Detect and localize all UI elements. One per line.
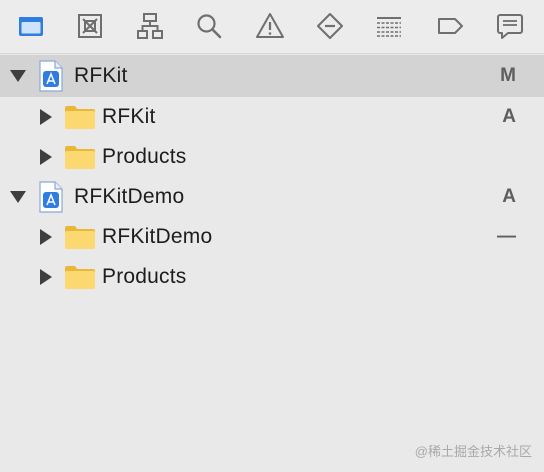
folder-icon <box>65 146 95 169</box>
disclosure-collapsed-icon[interactable] <box>37 268 55 286</box>
disclosure-expanded-icon[interactable] <box>9 67 27 85</box>
tree-row-label: RFKitDemo <box>102 225 213 248</box>
issue-navigator-button[interactable] <box>253 10 287 42</box>
folder-icon <box>65 226 95 249</box>
test-diamond-icon <box>317 13 343 39</box>
tree-row-project-rfkitdemo[interactable]: RFKitDemo A <box>0 177 544 217</box>
tree-row-label: RFKitDemo <box>74 185 185 208</box>
report-message-icon <box>497 14 523 39</box>
test-navigator-button[interactable] <box>313 10 347 42</box>
breakpoint-navigator-button[interactable] <box>433 10 467 42</box>
tree-row-folder-products[interactable]: Products <box>0 257 544 297</box>
source-control-status-badge: M <box>500 65 516 86</box>
tree-row-label: Products <box>102 265 187 288</box>
source-control-navigator-button[interactable] <box>73 10 107 42</box>
symbol-navigator-button[interactable] <box>133 10 167 42</box>
tree-row-label: RFKit <box>102 105 156 128</box>
folder-icon <box>65 106 95 129</box>
breakpoint-tag-icon <box>438 18 463 34</box>
hierarchy-icon <box>137 13 163 39</box>
source-control-status-badge: A <box>502 106 516 127</box>
watermark: @稀土掘金技术社区 <box>414 444 532 459</box>
source-control-status-badge: A <box>502 186 516 207</box>
source-control-icon <box>78 14 102 38</box>
navigator-toolbar <box>0 0 544 54</box>
find-navigator-button[interactable] <box>192 10 226 42</box>
tree-row-label: RFKit <box>74 64 128 87</box>
project-navigator-tree: RFKit M RFKit A Products RFKitDemo A RFK… <box>0 55 544 297</box>
xcode-project-icon <box>39 181 63 213</box>
disclosure-expanded-icon[interactable] <box>9 188 27 206</box>
folder-icon <box>65 266 95 289</box>
search-icon <box>197 14 222 39</box>
tree-row-label: Products <box>102 145 187 168</box>
tree-row-folder-rfkitdemo[interactable]: RFKitDemo — <box>0 217 544 257</box>
warning-icon <box>256 13 284 38</box>
source-control-status-badge: — <box>497 226 516 247</box>
debug-list-icon <box>377 17 401 37</box>
folder-icon <box>19 17 43 36</box>
tree-row-project-rfkit[interactable]: RFKit M <box>0 55 544 97</box>
xcode-project-icon <box>39 60 63 92</box>
tree-row-folder-products[interactable]: Products <box>0 137 544 177</box>
report-navigator-button[interactable] <box>493 10 527 42</box>
disclosure-collapsed-icon[interactable] <box>37 228 55 246</box>
project-navigator-button[interactable] <box>14 10 48 42</box>
debug-navigator-button[interactable] <box>372 10 406 42</box>
tree-row-folder-rfkit[interactable]: RFKit A <box>0 97 544 137</box>
disclosure-collapsed-icon[interactable] <box>37 108 55 126</box>
disclosure-collapsed-icon[interactable] <box>37 148 55 166</box>
